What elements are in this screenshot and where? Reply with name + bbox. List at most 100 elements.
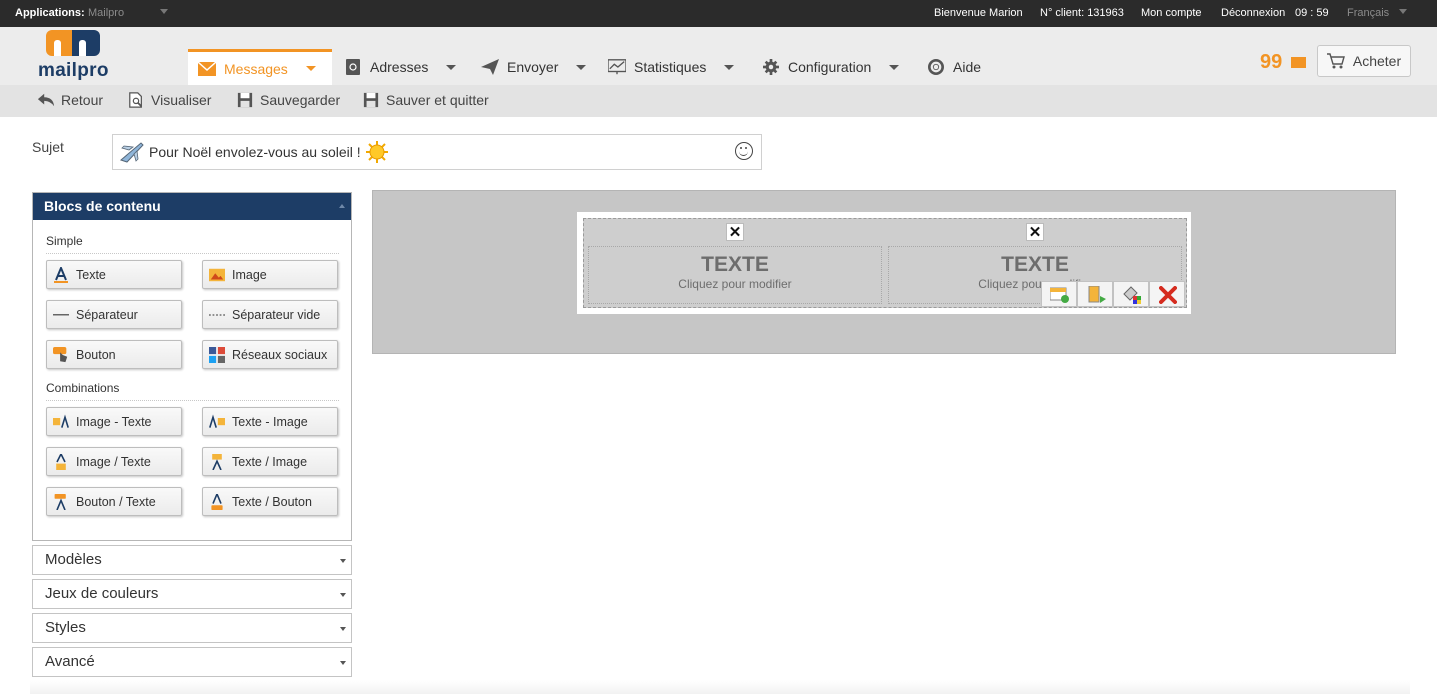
nav-tab-envoyer[interactable]: Envoyer — [471, 49, 596, 85]
delete-x-icon — [1159, 286, 1177, 304]
text-cell-left[interactable]: TEXTE Cliquez pour modifier — [588, 246, 882, 304]
block-label: Image - Texte — [76, 414, 152, 429]
cell-title: TEXTE — [701, 253, 769, 276]
nav-tab-adresses[interactable]: Adresses — [334, 49, 466, 85]
button-hand-icon — [53, 346, 68, 362]
nav-tab-aide[interactable]: Aide — [917, 49, 991, 85]
nav-tab-statistiques[interactable]: Statistiques — [598, 49, 744, 85]
accordion-advanced[interactable]: Avancé — [32, 647, 352, 677]
logout-link[interactable]: Déconnexion — [1221, 7, 1285, 19]
buy-label: Acheter — [1352, 53, 1402, 69]
delete-row-button[interactable] — [1149, 281, 1185, 307]
my-account-link[interactable]: Mon compte — [1141, 7, 1202, 19]
sun-icon — [365, 141, 388, 163]
save-and-quit-button[interactable]: Sauver et quitter — [362, 92, 489, 108]
block-text-button[interactable]: Texte / Bouton — [202, 487, 338, 516]
gear-icon — [763, 59, 779, 75]
language-select[interactable]: Français — [1347, 7, 1389, 19]
add-column-button[interactable] — [1077, 281, 1113, 307]
nav-label: Adresses — [370, 59, 429, 75]
text-a-icon — [54, 266, 68, 283]
preview-document-icon — [129, 92, 142, 108]
preview-label: Visualiser — [151, 92, 212, 108]
accordion-color-schemes[interactable]: Jeux de couleurs — [32, 579, 352, 609]
content-blocks-header[interactable]: Blocs de contenu — [33, 193, 351, 220]
emoji-picker-icon[interactable] — [735, 142, 753, 160]
subject-input[interactable]: Pour Noël envolez-vous au soleil ! — [112, 134, 762, 170]
block-button[interactable]: Bouton — [46, 340, 182, 369]
chevron-down-icon[interactable] — [576, 64, 587, 70]
block-label: Réseaux sociaux — [232, 347, 328, 362]
nav-tab-configuration[interactable]: Configuration — [752, 49, 909, 85]
paint-bucket-icon — [1123, 286, 1141, 304]
floppy-disk-icon — [363, 92, 379, 108]
logo-mark-icon — [46, 30, 100, 56]
welcome-text: Bienvenue Marion — [934, 7, 1023, 19]
nav-label: Messages — [224, 60, 288, 77]
remove-cell-button[interactable]: ✕ — [726, 223, 744, 241]
preview-button[interactable]: Visualiser — [127, 92, 211, 108]
accordion-label: Avancé — [45, 653, 95, 670]
block-label: Texte / Image — [232, 454, 308, 469]
envelope-icon — [1291, 57, 1306, 68]
block-label: Image / Texte — [76, 454, 151, 469]
block-text[interactable]: Texte — [46, 260, 182, 289]
text-button-icon — [211, 493, 223, 510]
accordion-templates[interactable]: Modèles — [32, 545, 352, 575]
block-social-networks[interactable]: Réseaux sociaux — [202, 340, 338, 369]
block-label: Texte / Bouton — [232, 494, 312, 509]
image-text-icon — [53, 413, 69, 428]
block-text-over-image[interactable]: Texte / Image — [202, 447, 338, 476]
credits-counter: 99 — [1260, 51, 1283, 73]
block-image-text[interactable]: Image - Texte — [46, 407, 182, 436]
block-image[interactable]: Image — [202, 260, 338, 289]
chevron-up-icon[interactable] — [339, 204, 345, 208]
divider — [46, 253, 339, 254]
image-icon — [209, 268, 225, 281]
chevron-down-icon[interactable] — [889, 64, 900, 70]
block-text-image[interactable]: Texte - Image — [202, 407, 338, 436]
buy-button[interactable]: Acheter — [1317, 45, 1411, 77]
chevron-down-icon[interactable] — [340, 627, 346, 631]
nav-label: Aide — [953, 59, 982, 75]
nav-tab-messages[interactable]: Messages — [188, 49, 332, 85]
chevron-down-icon[interactable] — [160, 9, 168, 14]
nav-label: Envoyer — [507, 59, 559, 75]
back-label: Retour — [61, 92, 104, 108]
accordion-label: Jeux de couleurs — [45, 585, 159, 602]
accordion-label: Modèles — [45, 551, 102, 568]
add-column-icon — [1088, 286, 1106, 303]
chevron-down-icon[interactable] — [446, 64, 457, 70]
logo-text: mailpro — [38, 60, 109, 81]
image-over-text-icon — [56, 453, 66, 470]
chevron-down-icon[interactable] — [1399, 9, 1407, 14]
chevron-down-icon[interactable] — [340, 661, 346, 665]
paper-plane-icon — [481, 59, 499, 75]
chevron-down-icon[interactable] — [724, 64, 735, 70]
back-button[interactable]: Retour — [37, 92, 103, 108]
block-separator[interactable]: Séparateur — [46, 300, 182, 329]
block-empty-separator[interactable]: Séparateur vide — [202, 300, 338, 329]
save-and-quit-label: Sauver et quitter — [386, 92, 489, 108]
block-button-text[interactable]: Bouton / Texte — [46, 487, 182, 516]
add-row-icon — [1050, 287, 1069, 303]
applications-select[interactable]: Mailpro — [88, 7, 124, 19]
remove-cell-button[interactable]: ✕ — [1026, 223, 1044, 241]
row-color-button[interactable] — [1113, 281, 1149, 307]
block-image-over-text[interactable]: Image / Texte — [46, 447, 182, 476]
divider — [46, 400, 339, 401]
add-row-button[interactable] — [1041, 281, 1077, 307]
save-button[interactable]: Sauvegarder — [236, 92, 340, 108]
subject-text: Pour Noël envolez-vous au soleil ! — [149, 144, 361, 160]
chevron-down-icon[interactable] — [340, 593, 346, 597]
text-over-image-icon — [212, 453, 222, 470]
top-bar: Applications: Mailpro Bienvenue Marion N… — [0, 0, 1437, 27]
cell-title: TEXTE — [1001, 253, 1069, 276]
block-label: Séparateur vide — [232, 307, 321, 322]
mailpro-logo[interactable]: mailpro — [38, 30, 108, 82]
chevron-down-icon[interactable] — [340, 559, 346, 563]
chevron-down-icon[interactable] — [305, 66, 316, 71]
accordion-styles[interactable]: Styles — [32, 613, 352, 643]
block-label: Bouton / Texte — [76, 494, 156, 509]
page-bottom-shadow — [30, 680, 1410, 694]
